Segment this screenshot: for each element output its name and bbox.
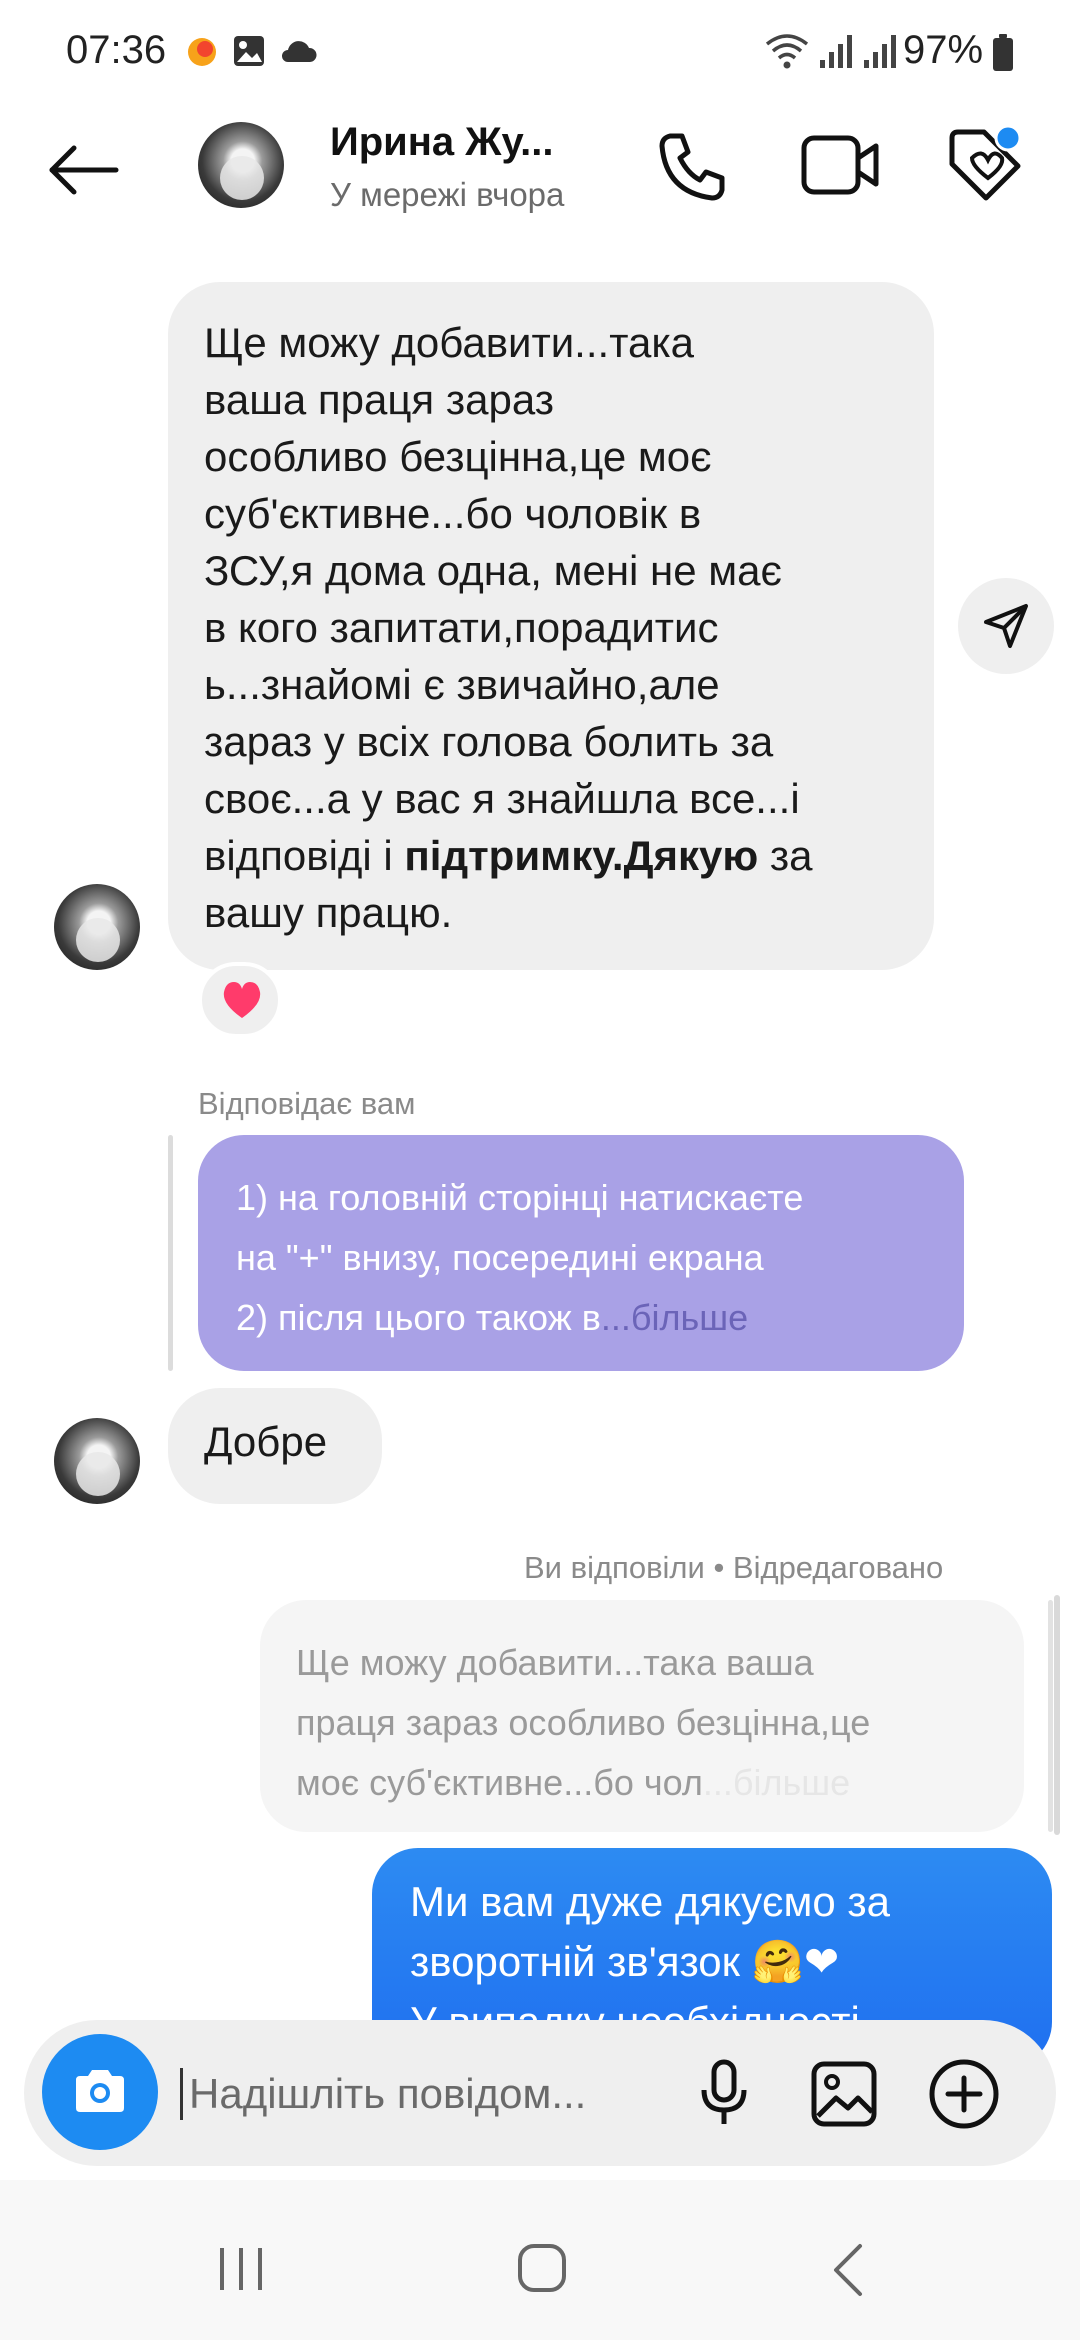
message-input[interactable]	[180, 2068, 650, 2120]
share-button[interactable]	[958, 578, 1054, 674]
notification-dot-icon	[186, 36, 218, 68]
back-icon[interactable]	[828, 2242, 868, 2298]
cloud-icon	[278, 36, 318, 66]
add-circle-icon[interactable]	[928, 2058, 1000, 2130]
status-time: 07:36	[66, 28, 167, 72]
battery-icon	[992, 34, 1014, 72]
heart-icon	[220, 978, 264, 1022]
recent-apps-icon[interactable]	[216, 2244, 266, 2294]
quote-line: 1) на головній сторінці натискаєте	[236, 1177, 804, 1218]
quote-line: на "+" внизу, посередині екрана	[236, 1237, 764, 1278]
send-icon	[982, 602, 1030, 650]
quote-line: 2) після цього також в...більше	[236, 1288, 956, 1348]
message-line: зараз у всіх голова болить за	[204, 718, 774, 765]
more-link[interactable]: ...більше	[601, 1297, 748, 1338]
wifi-icon	[764, 32, 810, 70]
message-line: Ми вам дуже дякуємо за	[410, 1878, 891, 1925]
sender-avatar[interactable]	[54, 884, 140, 970]
camera-icon	[72, 2066, 128, 2116]
more-link[interactable]: ...більше	[703, 1762, 850, 1803]
message-line: зворотній зв'язок 🤗❤	[410, 1938, 840, 1985]
contact-name[interactable]: Ирина Жу...	[330, 120, 554, 165]
message-fragment: за	[758, 832, 813, 879]
signal-icon	[862, 32, 902, 70]
incoming-message-text: Добре	[204, 1418, 328, 1465]
camera-button[interactable]	[42, 2034, 158, 2150]
message-composer	[24, 2020, 1056, 2166]
video-camera-icon[interactable]	[800, 130, 880, 200]
incoming-message-text: Ще можу добавити...така ваша праця зараз…	[204, 314, 924, 941]
status-bar: 07:36 97%	[0, 0, 1080, 100]
message-fragment: відповіді і	[204, 832, 405, 879]
gallery-icon	[232, 34, 266, 68]
quote-line: Ще можу добавити...така ваша	[296, 1642, 814, 1683]
quote-bar	[168, 1135, 173, 1371]
message-line: ваша праця зараз	[204, 376, 554, 423]
scrollbar[interactable]	[1054, 1595, 1060, 1835]
message-line: своє...а у вас я знайшла все...і	[204, 775, 800, 822]
quoted-message-text: Ще можу добавити...така ваша праця зараз…	[296, 1633, 996, 1813]
image-icon[interactable]	[810, 2060, 878, 2128]
quoted-message-text: 1) на головній сторінці натискаєте на "+…	[236, 1168, 956, 1348]
system-navigation-bar	[0, 2180, 1080, 2340]
tag-icon[interactable]	[944, 124, 1028, 208]
contact-status: У мережі вчора	[330, 176, 565, 213]
contact-avatar[interactable]	[198, 122, 284, 208]
phone-icon[interactable]	[654, 128, 730, 204]
quote-fragment: моє суб'єктивне...бо чол	[296, 1762, 703, 1803]
microphone-icon[interactable]	[694, 2058, 754, 2128]
message-line: ЗСУ,я дома одна, мені не має	[204, 547, 782, 594]
back-arrow-icon[interactable]	[44, 140, 124, 200]
quote-line: праця зараз особливо безцінна,це	[296, 1702, 871, 1743]
message-line: відповіді і підтримку.Дякую за	[204, 827, 924, 884]
reply-label: Ви відповіли • Відредаговано	[524, 1550, 944, 1585]
message-line: особливо безцінна,це моє	[204, 433, 712, 480]
signal-icon	[818, 32, 858, 70]
reply-label: Відповідає вам	[198, 1086, 416, 1121]
quote-fragment: 2) після цього також в	[236, 1297, 601, 1338]
quote-line: моє суб'єктивне...бо чол...більше	[296, 1753, 996, 1813]
home-icon[interactable]	[516, 2242, 568, 2294]
heart-reaction[interactable]	[198, 962, 282, 1038]
quote-bar	[1048, 1600, 1053, 1832]
sender-avatar[interactable]	[54, 1418, 140, 1504]
message-bold-fragment: підтримку.Дякую	[404, 832, 759, 879]
battery-percent: 97%	[903, 28, 984, 72]
message-line: вашу працю.	[204, 889, 453, 936]
message-line: ь...знайомі є звичайно,але	[204, 661, 720, 708]
message-line: Ще можу добавити...така	[204, 319, 694, 366]
message-line: суб'єктивне...бо чоловік в	[204, 490, 702, 537]
message-line: в кого запитати,порадитис	[204, 604, 719, 651]
